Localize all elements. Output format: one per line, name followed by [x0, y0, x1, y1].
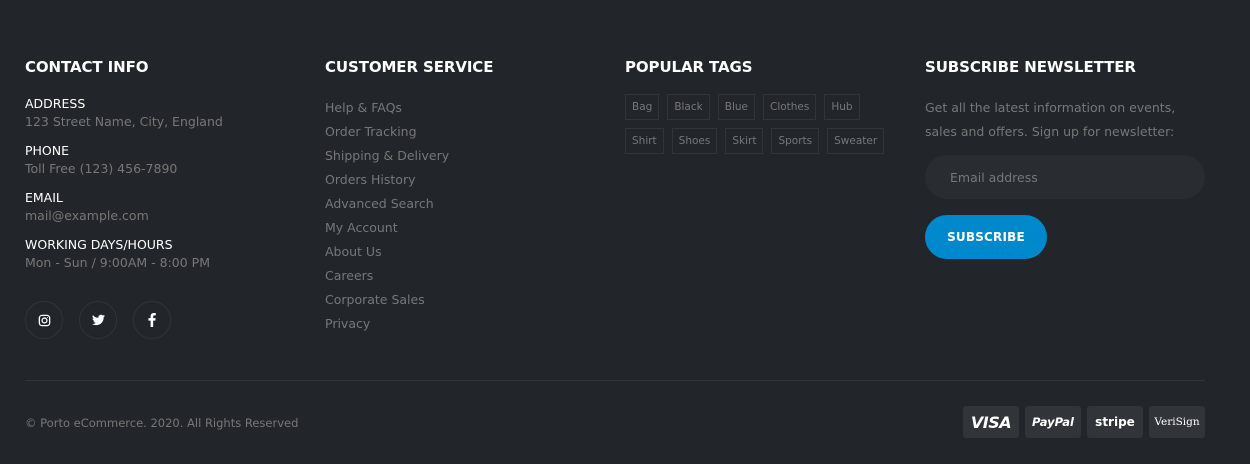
popular-tags-widget: POPULAR TAGS Bag Black Blue Clothes Hub …	[625, 58, 905, 154]
link-help-faqs[interactable]: Help & FAQs	[325, 96, 449, 120]
customer-service-widget: CUSTOMER SERVICE Help & FAQs Order Track…	[325, 58, 605, 331]
link-privacy[interactable]: Privacy	[325, 312, 449, 336]
contact-label: WORKING DAYS/HOURS	[25, 237, 173, 252]
verisign-label: VeriSign	[1154, 416, 1200, 428]
contact-phone: PHONE Toll Free (123) 456-7890	[25, 143, 223, 179]
contact-label: PHONE	[25, 143, 70, 158]
tag-hub[interactable]: Hub	[824, 94, 860, 120]
facebook-icon	[148, 313, 156, 327]
tag-sports[interactable]: Sports	[771, 128, 820, 154]
link-order-tracking[interactable]: Order Tracking	[325, 120, 449, 144]
contact-value: mail@example.com	[25, 208, 149, 223]
contact-value: Mon - Sun / 9:00AM - 8:00 PM	[25, 255, 210, 270]
contact-list: ADDRESS 123 Street Name, City, England P…	[25, 96, 223, 284]
contact-info-widget: CONTACT INFO ADDRESS 123 Street Name, Ci…	[25, 58, 305, 339]
subscribe-button[interactable]: SUBSCRIBE	[925, 215, 1047, 259]
link-corporate-sales[interactable]: Corporate Sales	[325, 288, 449, 312]
contact-label: EMAIL	[25, 190, 63, 205]
paypal-icon: PayPal	[1025, 406, 1081, 438]
link-shipping-delivery[interactable]: Shipping & Delivery	[325, 144, 449, 168]
tag-sweater[interactable]: Sweater	[827, 128, 885, 154]
tag-cloud: Bag Black Blue Clothes Hub Shirt Shoes S…	[625, 94, 905, 154]
tag-clothes[interactable]: Clothes	[762, 94, 817, 120]
tag-bag[interactable]: Bag	[625, 94, 660, 120]
stripe-label: stripe	[1095, 415, 1135, 429]
twitter-link[interactable]	[79, 301, 117, 339]
copyright-text: © Porto eCommerce. 2020. All Rights Rese…	[25, 416, 299, 430]
footer-divider	[25, 380, 1205, 381]
paypal-label: PayPal	[1032, 415, 1074, 429]
link-careers[interactable]: Careers	[325, 264, 449, 288]
tag-shoes[interactable]: Shoes	[671, 128, 718, 154]
tag-blue[interactable]: Blue	[717, 94, 755, 120]
newsletter-title: SUBSCRIBE NEWSLETTER	[925, 58, 1136, 76]
stripe-icon: stripe	[1087, 406, 1143, 438]
contact-label: ADDRESS	[25, 96, 86, 111]
social-icons	[25, 301, 171, 339]
verisign-icon: VeriSign	[1149, 406, 1205, 438]
contact-value: 123 Street Name, City, England	[25, 114, 223, 129]
contact-email: EMAIL mail@example.com	[25, 190, 223, 226]
tag-black[interactable]: Black	[667, 94, 710, 120]
site-footer: CONTACT INFO ADDRESS 123 Street Name, Ci…	[25, 0, 1205, 464]
link-advanced-search[interactable]: Advanced Search	[325, 192, 449, 216]
newsletter-description: Get all the latest information on events…	[925, 100, 1176, 139]
visa-label: VISA	[970, 412, 1012, 432]
instagram-link[interactable]	[25, 301, 63, 339]
payment-methods: VISA PayPal stripe VeriSign	[963, 406, 1205, 438]
customer-service-title: CUSTOMER SERVICE	[325, 58, 494, 76]
popular-tags-title: POPULAR TAGS	[625, 58, 753, 76]
tag-shirt[interactable]: Shirt	[625, 128, 664, 154]
newsletter-widget: SUBSCRIBE NEWSLETTER Get all the latest …	[925, 58, 1205, 259]
visa-icon: VISA	[963, 406, 1019, 438]
contact-info-title: CONTACT INFO	[25, 58, 149, 76]
contact-address: ADDRESS 123 Street Name, City, England	[25, 96, 223, 132]
customer-service-links: Help & FAQs Order Tracking Shipping & De…	[325, 96, 449, 336]
contact-value: Toll Free (123) 456-7890	[25, 161, 178, 176]
link-orders-history[interactable]: Orders History	[325, 168, 449, 192]
contact-hours: WORKING DAYS/HOURS Mon - Sun / 9:00AM - …	[25, 237, 223, 273]
facebook-link[interactable]	[133, 301, 171, 339]
email-input[interactable]	[925, 155, 1205, 199]
link-my-account[interactable]: My Account	[325, 216, 449, 240]
link-about-us[interactable]: About Us	[325, 240, 449, 264]
twitter-icon	[91, 314, 105, 326]
tag-skirt[interactable]: Skirt	[725, 128, 764, 154]
instagram-icon	[38, 314, 50, 326]
